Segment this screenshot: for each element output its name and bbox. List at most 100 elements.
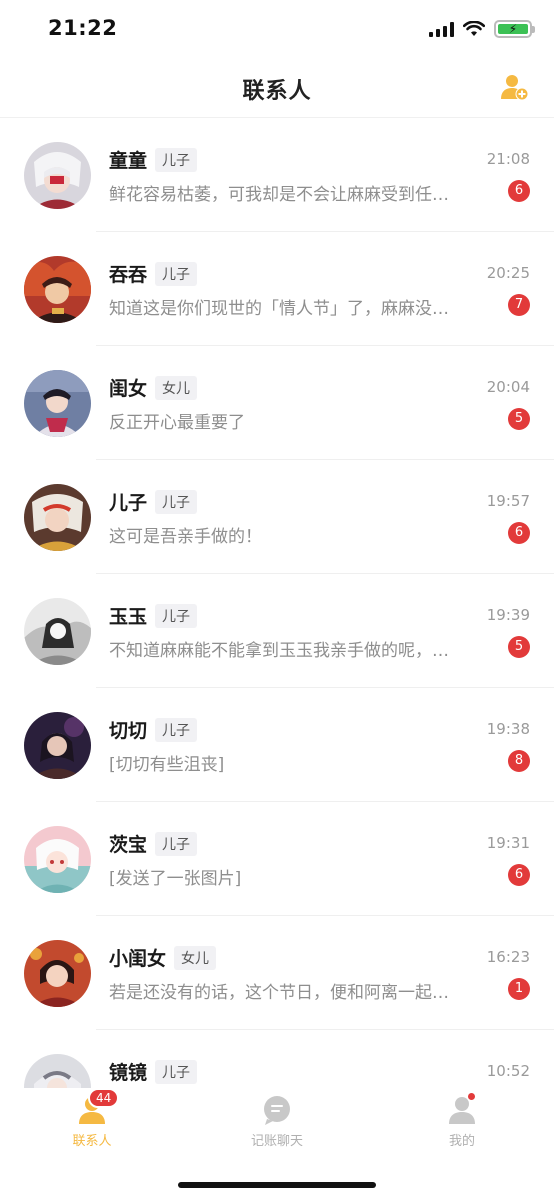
contact-row[interactable]: 玉玉 儿子 19:39 不知道麻麻能不能拿到玉玉我亲手做的呢，麻麻 5 — [0, 574, 554, 688]
tab-label: 记账聊天 — [250, 1134, 303, 1149]
relation-tag: 女儿 — [174, 945, 217, 970]
unread-count-badge: 44 — [88, 1088, 120, 1108]
avatar-image — [24, 826, 91, 893]
avatar[interactable] — [24, 142, 91, 209]
message-time: 10:52 — [486, 1062, 530, 1080]
tab-label: 我的 — [448, 1134, 475, 1149]
battery-icon: ⚡ — [494, 20, 535, 38]
contact-name: 镜镜 — [109, 1062, 148, 1084]
unread-badge: 1 — [508, 978, 530, 1000]
contact-name: 童童 — [109, 150, 148, 172]
page-title: 联系人 — [242, 79, 312, 104]
message-time: 19:31 — [486, 834, 530, 852]
message-preview: 若是还没有的话，这个节日，便和阿离一起过吧 — [109, 983, 464, 1003]
unread-badge: 8 — [508, 750, 530, 772]
avatar[interactable] — [24, 256, 91, 323]
unread-badge: 5 — [508, 636, 530, 658]
tab-me[interactable]: 我的 — [402, 1092, 522, 1149]
contact-name: 小闺女 — [109, 948, 167, 970]
tab-contacts[interactable]: 44 联系人 — [32, 1088, 152, 1149]
name-line: 玉玉 儿子 — [109, 602, 198, 629]
add-user-icon — [501, 75, 529, 101]
message-time: 19:57 — [486, 492, 530, 510]
unread-badge: 6 — [508, 864, 530, 886]
avatar[interactable] — [24, 484, 91, 551]
name-line: 闺女 女儿 — [109, 374, 198, 401]
contact-name: 儿子 — [109, 492, 148, 514]
contact-row[interactable]: 吞吞 儿子 20:25 知道这是你们现世的「情人节」了，麻麻没有收到吗 7 — [0, 232, 554, 346]
status-bar: 21:22 ⚡ — [0, 0, 554, 60]
message-preview: [发送了一张图片] — [109, 869, 242, 889]
message-preview: 这可是吾亲手做的！ — [109, 527, 262, 547]
relation-tag: 儿子 — [155, 603, 198, 628]
avatar-image — [24, 940, 91, 1007]
add-contact-button[interactable] — [500, 72, 530, 102]
message-preview: [切切有些沮丧] — [109, 755, 225, 775]
tab-chat[interactable]: 记账聊天 — [217, 1094, 337, 1149]
relation-tag: 儿子 — [155, 147, 198, 172]
message-preview: 鲜花容易枯萎，可我却是不会让麻麻受到任何伤害的 — [109, 185, 464, 205]
avatar-image — [24, 256, 91, 323]
tab-label: 联系人 — [72, 1134, 112, 1149]
unread-badge: 6 — [508, 180, 530, 202]
message-preview: 反正开心最重要了 — [109, 413, 245, 433]
unread-badge: 6 — [508, 522, 530, 544]
message-preview: 不知道麻麻能不能拿到玉玉我亲手做的呢，麻麻 — [109, 641, 464, 661]
avatar[interactable] — [24, 940, 91, 1007]
contact-row[interactable]: 小闺女 女儿 16:23 若是还没有的话，这个节日，便和阿离一起过吧 1 — [0, 916, 554, 1030]
relation-tag: 儿子 — [155, 831, 198, 856]
contacts-icon: 44 — [76, 1088, 120, 1126]
message-preview: 知道这是你们现世的「情人节」了，麻麻没有收到吗 — [109, 299, 464, 319]
avatar-image — [24, 1054, 91, 1088]
home-indicator — [178, 1182, 376, 1188]
avatar[interactable] — [24, 598, 91, 665]
avatar-image — [24, 142, 91, 209]
contact-row[interactable]: 童童 儿子 21:08 鲜花容易枯萎，可我却是不会让麻麻受到任何伤害的 6 — [0, 118, 554, 232]
avatar[interactable] — [24, 370, 91, 437]
relation-tag: 儿子 — [155, 261, 198, 286]
unread-badge: 7 — [508, 294, 530, 316]
avatar-image — [24, 370, 91, 437]
name-line: 茨宝 儿子 — [109, 830, 198, 857]
wifi-icon — [463, 21, 485, 36]
avatar-image — [24, 712, 91, 779]
contact-name: 切切 — [109, 720, 148, 742]
message-time: 19:38 — [486, 720, 530, 738]
contact-name: 玉玉 — [109, 606, 148, 628]
contact-name: 吞吞 — [109, 264, 148, 286]
contact-row[interactable]: 闺女 女儿 20:04 反正开心最重要了 5 — [0, 346, 554, 460]
name-line: 童童 儿子 — [109, 146, 198, 173]
nav-bar: 联系人 — [0, 60, 554, 118]
name-line: 儿子 儿子 — [109, 488, 198, 515]
message-time: 20:04 — [486, 378, 530, 396]
contact-row[interactable]: 儿子 儿子 19:57 这可是吾亲手做的！ 6 — [0, 460, 554, 574]
status-icons: ⚡ — [429, 20, 535, 38]
chat-bubble-icon — [261, 1094, 293, 1126]
name-line: 吞吞 儿子 — [109, 260, 198, 287]
message-time: 20:25 — [486, 264, 530, 282]
avatar-image — [24, 484, 91, 551]
name-line: 切切 儿子 — [109, 716, 198, 743]
tab-bar: 44 联系人 记账聊天 我的 — [0, 1088, 554, 1200]
relation-tag: 儿子 — [155, 1059, 198, 1084]
contact-row[interactable]: 茨宝 儿子 19:31 [发送了一张图片] 6 — [0, 802, 554, 916]
avatar[interactable] — [24, 826, 91, 893]
avatar[interactable] — [24, 1054, 91, 1088]
message-time: 19:39 — [486, 606, 530, 624]
profile-icon — [446, 1092, 478, 1126]
name-line: 小闺女 女儿 — [109, 944, 217, 971]
contact-row[interactable]: 切切 儿子 19:38 [切切有些沮丧] 8 — [0, 688, 554, 802]
contact-name: 闺女 — [109, 378, 148, 400]
contact-row[interactable]: 镜镜 儿子 10:52 — [0, 1030, 554, 1088]
cellular-signal-icon — [429, 21, 454, 37]
status-time: 21:22 — [48, 16, 118, 40]
notification-dot — [467, 1092, 476, 1101]
message-time: 16:23 — [486, 948, 530, 966]
name-line: 镜镜 儿子 — [109, 1058, 198, 1085]
contact-list[interactable]: 童童 儿子 21:08 鲜花容易枯萎，可我却是不会让麻麻受到任何伤害的 6 吞吞… — [0, 118, 554, 1088]
contact-name: 茨宝 — [109, 834, 148, 856]
avatar[interactable] — [24, 712, 91, 779]
relation-tag: 儿子 — [155, 489, 198, 514]
relation-tag: 儿子 — [155, 717, 198, 742]
unread-badge: 5 — [508, 408, 530, 430]
